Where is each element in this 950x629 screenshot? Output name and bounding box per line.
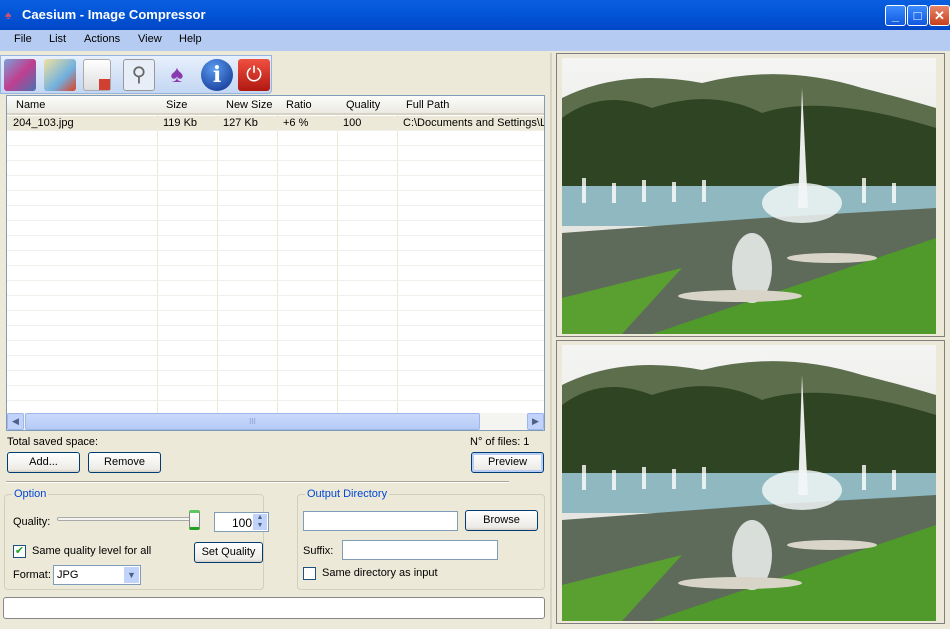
empty-row: [7, 146, 544, 161]
fountain-photo: [562, 345, 936, 621]
cell-new-size: 127 Kb: [223, 117, 258, 129]
format-value: JPG: [57, 569, 79, 581]
column-quality[interactable]: Quality: [346, 99, 380, 111]
format-label: Format:: [13, 569, 51, 581]
divider: [6, 481, 509, 483]
compressed-image-panel: [556, 340, 945, 624]
total-saved-space: Total saved space:: [7, 436, 99, 448]
same-directory-checkbox[interactable]: [303, 567, 316, 580]
progress-bar: [3, 597, 545, 619]
empty-row: [7, 326, 544, 341]
option-legend: Option: [12, 488, 49, 500]
info-icon[interactable]: i: [201, 59, 233, 91]
empty-row: [7, 176, 544, 191]
same-quality-checkbox[interactable]: ✔: [13, 545, 26, 558]
spinner-arrows-icon[interactable]: ▲ ▼: [253, 514, 267, 530]
menu-actions[interactable]: Actions: [84, 33, 120, 45]
remove-button[interactable]: Remove: [88, 452, 161, 473]
option-group: Option Quality: 100 ▲ ▼ ✔ Same quality le…: [4, 488, 269, 590]
empty-row: [7, 356, 544, 371]
splitter[interactable]: [550, 53, 552, 629]
add-button[interactable]: Add...: [7, 452, 80, 473]
remove-item-icon[interactable]: [44, 59, 76, 91]
clear-list-icon[interactable]: [83, 59, 111, 91]
empty-row: [7, 131, 544, 146]
horizontal-scrollbar[interactable]: ◀ III ▶: [7, 413, 544, 430]
file-list[interactable]: Name Size New Size Ratio Quality Full Pa…: [6, 95, 545, 431]
scroll-left-button[interactable]: ◀: [7, 413, 24, 430]
empty-row: [7, 206, 544, 221]
empty-row: [7, 251, 544, 266]
original-image-panel: [556, 53, 945, 337]
cell-ratio: +6 %: [283, 117, 309, 129]
open-images-icon[interactable]: [4, 59, 36, 91]
menu-view[interactable]: View: [138, 33, 162, 45]
browse-button[interactable]: Browse: [465, 510, 538, 531]
quality-slider-thumb[interactable]: [189, 510, 200, 530]
set-quality-button[interactable]: Set Quality: [194, 542, 263, 563]
empty-row: [7, 266, 544, 281]
quality-value: 100: [231, 516, 252, 530]
quality-slider[interactable]: [57, 517, 195, 521]
column-full-path[interactable]: Full Path: [406, 99, 449, 111]
cell-size: 119 Kb: [163, 117, 198, 129]
empty-row: [7, 161, 544, 176]
empty-row: [7, 236, 544, 251]
menu-bar: File List Actions View Help: [0, 30, 950, 51]
title-bar: ♠ Caesium - Image Compressor _ □ ✕: [0, 0, 950, 30]
preview-zoom-icon[interactable]: ⚲: [123, 59, 155, 91]
app-icon: ♠: [5, 8, 12, 22]
column-size[interactable]: Size: [166, 99, 187, 111]
quality-label: Quality:: [13, 516, 51, 528]
table-row[interactable]: 204_103.jpg 119 Kb 127 Kb +6 % 100 C:\Do…: [7, 116, 544, 131]
empty-row: [7, 221, 544, 236]
toolbar: ⚲ ♠ i ⏻: [0, 55, 272, 94]
column-new-size[interactable]: New Size: [226, 99, 272, 111]
maximize-button[interactable]: □: [907, 5, 928, 26]
same-directory-label: Same directory as input: [322, 567, 438, 579]
output-directory-group: Output Directory Browse Suffix: Same dir…: [297, 488, 545, 590]
scroll-thumb[interactable]: III: [25, 413, 480, 430]
close-button[interactable]: ✕: [929, 5, 950, 26]
quality-spinner[interactable]: 100 ▲ ▼: [214, 512, 269, 532]
file-count: N° of files: 1: [470, 436, 530, 448]
empty-row: [7, 386, 544, 401]
cell-name: 204_103.jpg: [13, 117, 74, 129]
menu-file[interactable]: File: [14, 33, 32, 45]
empty-row: [7, 296, 544, 311]
empty-row: [7, 371, 544, 386]
preview-button[interactable]: Preview: [471, 452, 544, 473]
column-ratio[interactable]: Ratio: [286, 99, 312, 111]
column-name[interactable]: Name: [16, 99, 45, 111]
suffix-input[interactable]: [342, 540, 498, 560]
fountain-photo: [562, 58, 936, 334]
output-directory-input[interactable]: [303, 511, 458, 531]
same-quality-label: Same quality level for all: [32, 545, 152, 557]
output-legend: Output Directory: [305, 488, 390, 500]
format-select[interactable]: JPG ▼: [53, 565, 141, 585]
suffix-label: Suffix:: [303, 545, 334, 557]
window-title: Caesium - Image Compressor: [22, 7, 206, 22]
empty-row: [7, 311, 544, 326]
chevron-down-icon[interactable]: ▼: [124, 567, 139, 583]
scroll-right-button[interactable]: ▶: [527, 413, 544, 430]
menu-list[interactable]: List: [49, 33, 66, 45]
minimize-button[interactable]: _: [885, 5, 906, 26]
empty-row: [7, 191, 544, 206]
cell-quality: 100: [343, 117, 362, 129]
compress-caesium-icon[interactable]: ♠: [161, 59, 193, 91]
list-header: Name Size New Size Ratio Quality Full Pa…: [7, 96, 544, 115]
empty-row: [7, 281, 544, 296]
cell-full-path: C:\Documents and Settings\L: [403, 117, 545, 129]
menu-help[interactable]: Help: [179, 33, 202, 45]
power-exit-icon[interactable]: ⏻: [238, 59, 270, 91]
empty-row: [7, 341, 544, 356]
